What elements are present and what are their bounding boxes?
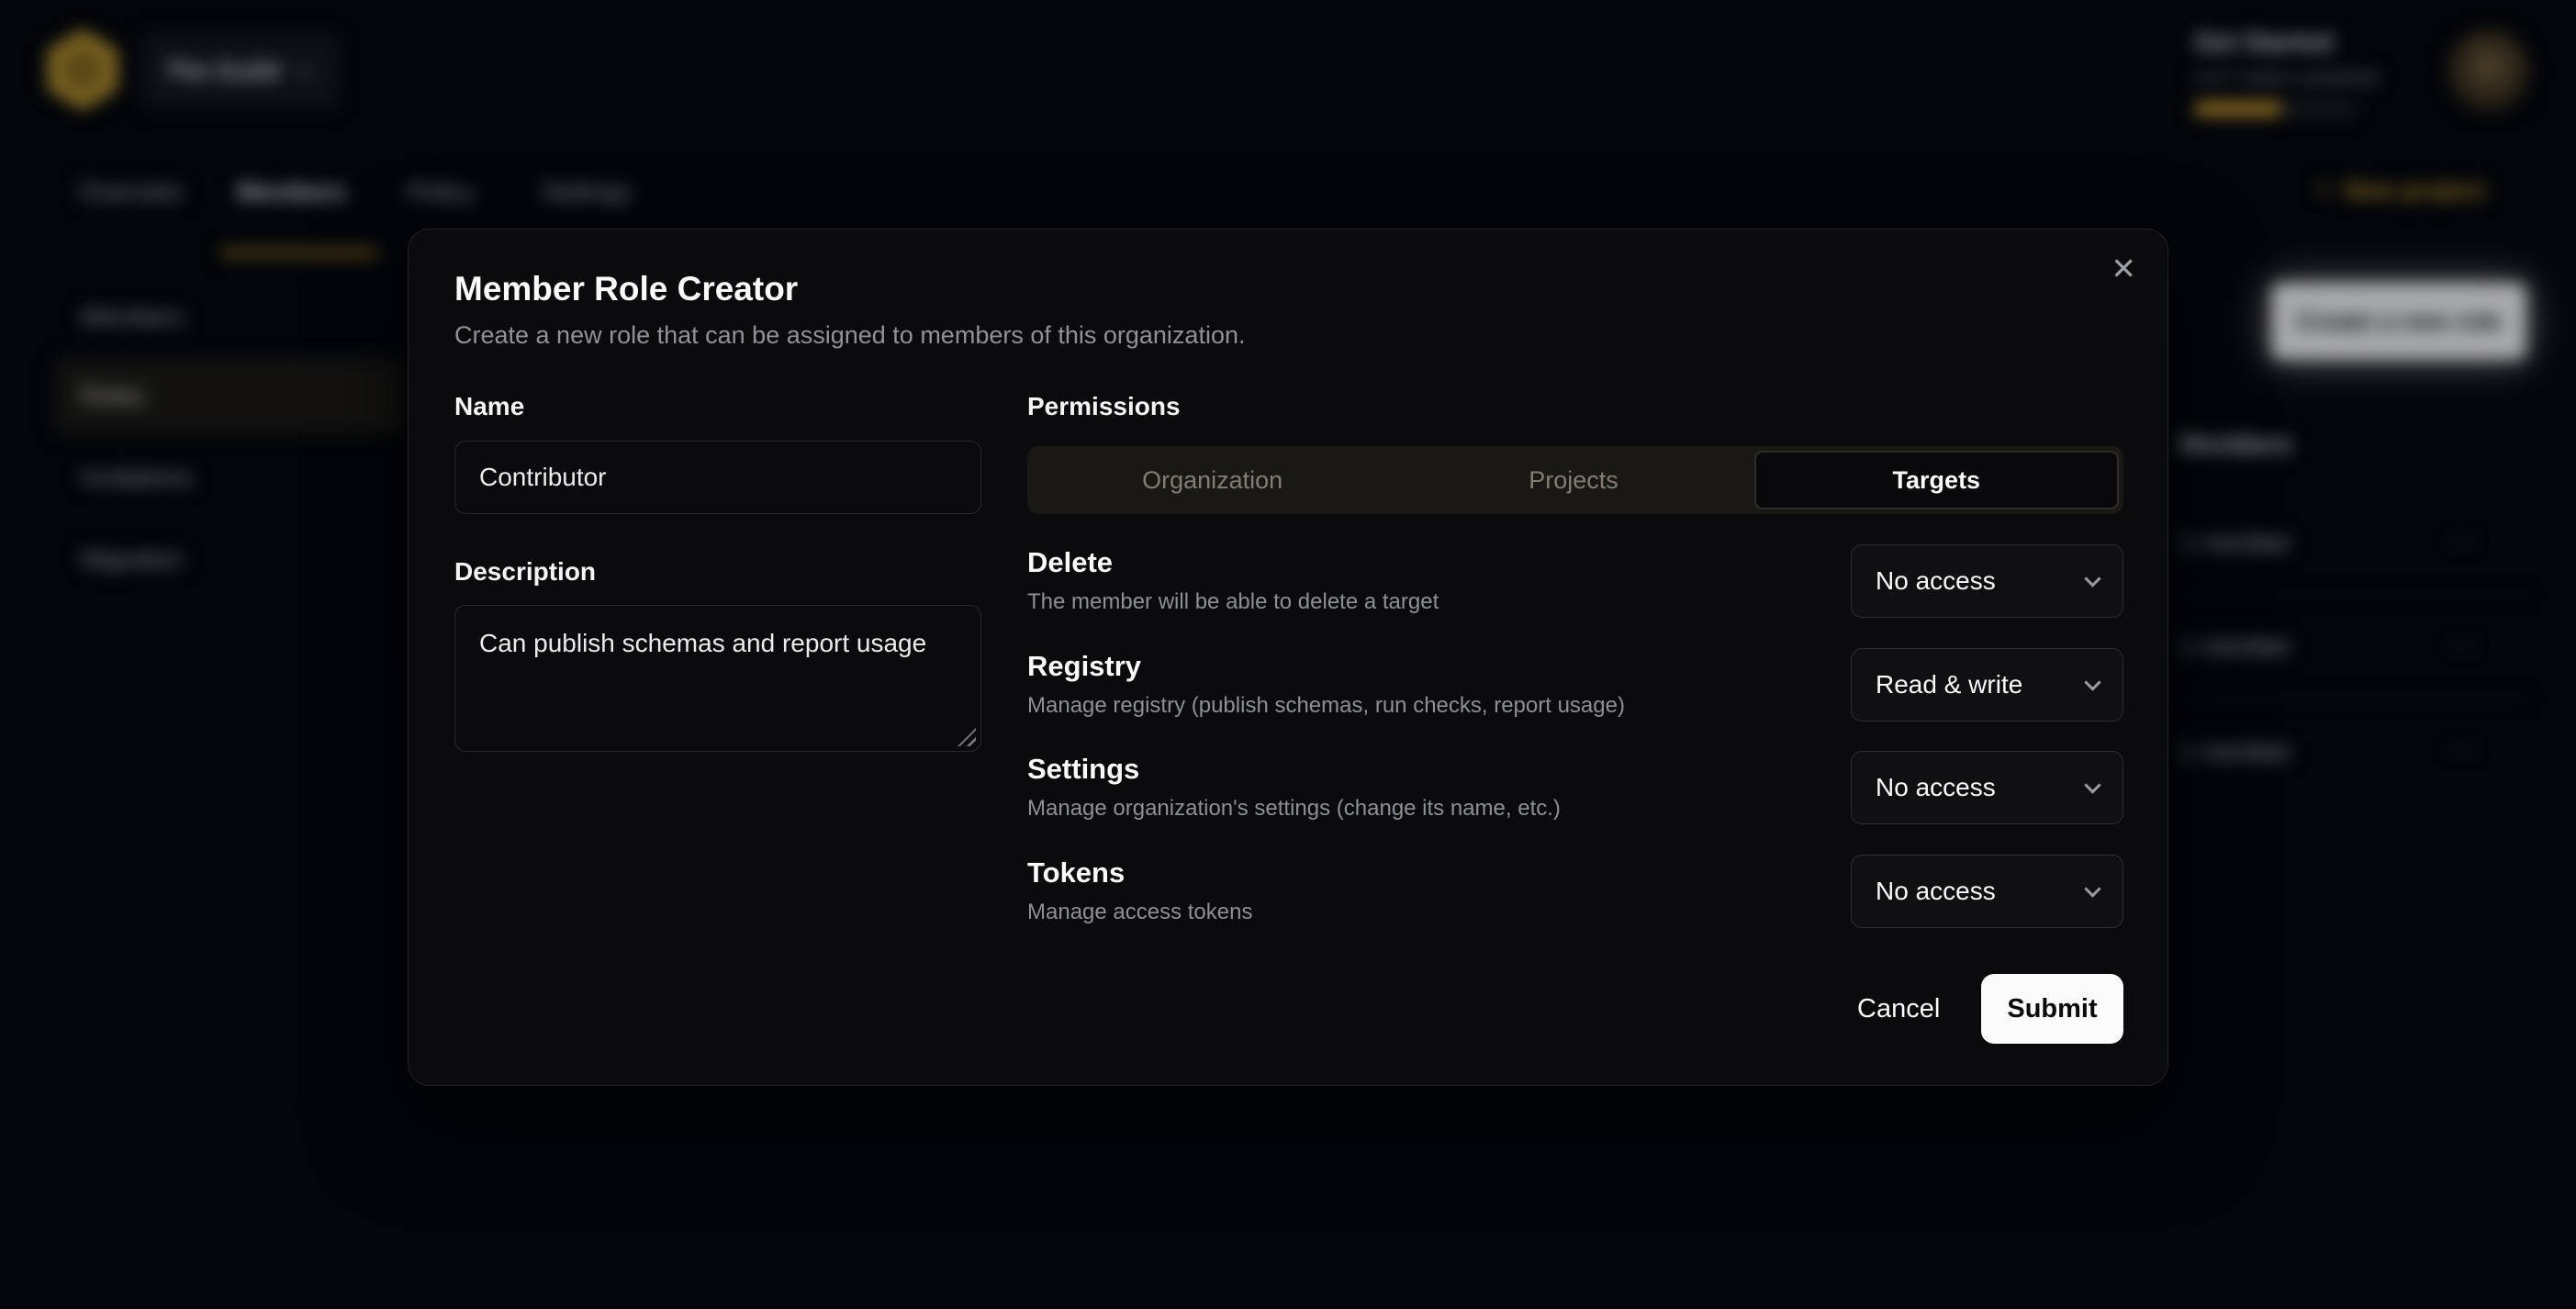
- permissions-tablist: Organization Projects Targets: [1027, 446, 2123, 514]
- permission-settings-select[interactable]: No access: [1851, 751, 2123, 824]
- name-label: Name: [454, 392, 524, 421]
- permission-tokens-description: Manage access tokens: [1027, 900, 1252, 925]
- permission-delete-value: No access: [1876, 566, 2087, 596]
- app-window: The Guild Get Started 4 of 7 tasks compl…: [0, 0, 2576, 1309]
- permission-settings-value: No access: [1876, 773, 2087, 802]
- description-label: Description: [454, 557, 596, 587]
- dialog-title: Member Role Creator: [454, 270, 798, 308]
- permission-registry-description: Manage registry (publish schemas, run ch…: [1027, 693, 1625, 719]
- submit-button[interactable]: Submit: [1981, 974, 2123, 1044]
- permission-tokens-value: No access: [1876, 877, 2087, 906]
- role-name-input[interactable]: [454, 441, 981, 514]
- permissions-tab-projects[interactable]: Projects: [1393, 451, 1753, 509]
- permission-delete-description: The member will be able to delete a targ…: [1027, 589, 1439, 615]
- chevron-down-icon: [2084, 777, 2100, 793]
- permission-registry-select[interactable]: Read & write: [1851, 648, 2123, 722]
- cancel-button[interactable]: Cancel: [1837, 980, 1960, 1037]
- permission-delete-title: Delete: [1027, 546, 1113, 579]
- permission-settings-title: Settings: [1027, 753, 1139, 786]
- permissions-tab-targets[interactable]: Targets: [1754, 451, 2119, 509]
- chevron-down-icon: [2084, 880, 2100, 897]
- permission-registry-value: Read & write: [1876, 670, 2087, 699]
- dialog-subtitle: Create a new role that can be assigned t…: [454, 321, 1245, 350]
- permission-registry-title: Registry: [1027, 650, 1141, 683]
- close-icon[interactable]: ✕: [2111, 253, 2136, 284]
- member-role-creator-dialog: Member Role Creator Create a new role th…: [408, 229, 2168, 1086]
- permission-delete-select[interactable]: No access: [1851, 544, 2123, 618]
- role-description-field: Can publish schemas and report usage: [454, 605, 981, 752]
- permission-tokens-title: Tokens: [1027, 856, 1125, 889]
- permissions-tab-organization[interactable]: Organization: [1032, 451, 1393, 509]
- permissions-label: Permissions: [1027, 392, 1181, 421]
- role-description-input[interactable]: Can publish schemas and report usage: [454, 605, 981, 752]
- chevron-down-icon: [2084, 570, 2100, 587]
- chevron-down-icon: [2084, 674, 2100, 690]
- permission-tokens-select[interactable]: No access: [1851, 855, 2123, 928]
- permission-settings-description: Manage organization's settings (change i…: [1027, 796, 1561, 822]
